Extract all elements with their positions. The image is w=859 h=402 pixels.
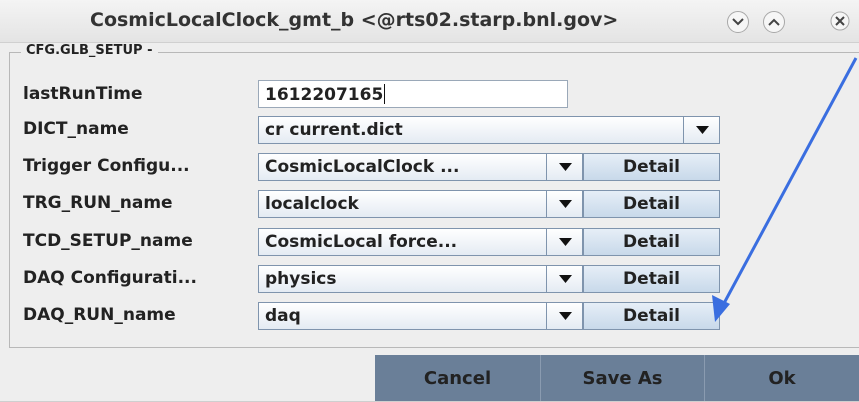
annotation-arrow-line <box>720 57 858 308</box>
annotation-arrow-overlay <box>712 57 858 322</box>
